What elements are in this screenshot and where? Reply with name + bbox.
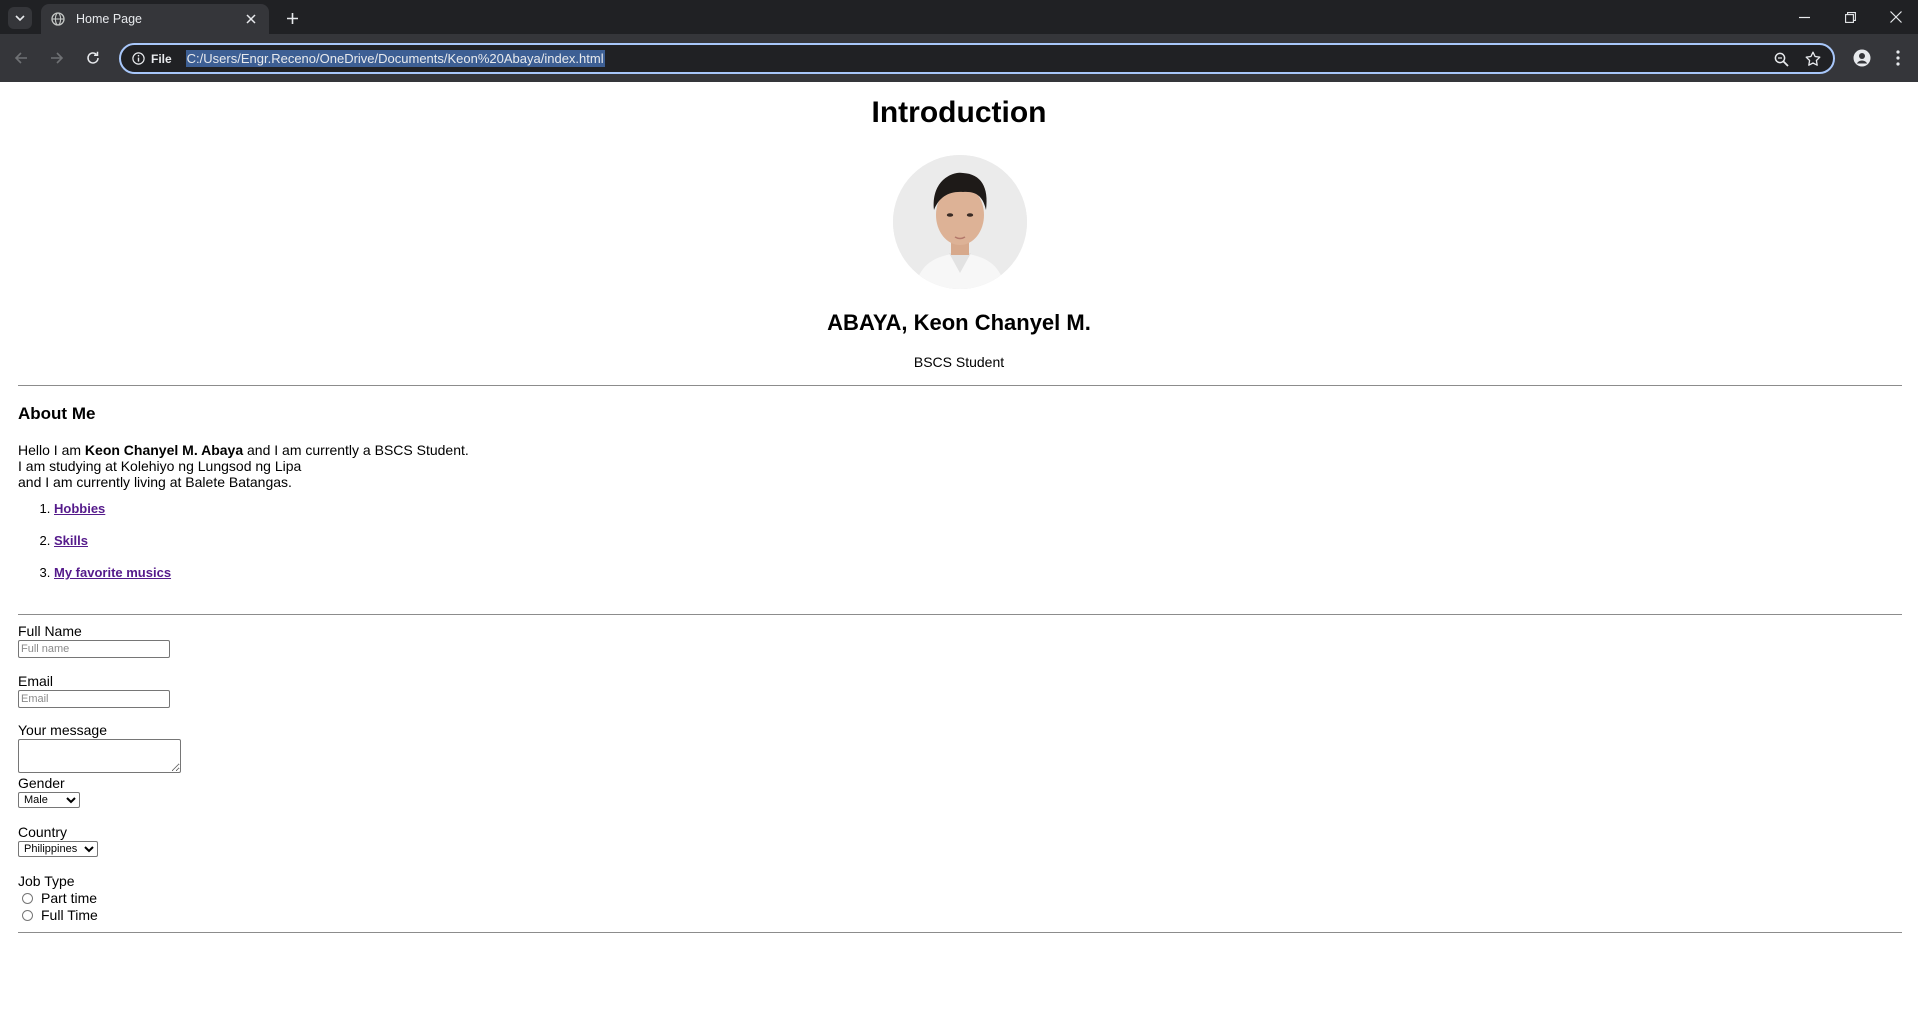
message-label: Your message: [18, 722, 107, 738]
address-bar[interactable]: File C:/Users/Engr.Receno/OneDrive/Docum…: [119, 43, 1835, 74]
list-item: Skills: [54, 533, 171, 565]
close-icon: [1890, 11, 1902, 23]
about-text: and I am currently a BSCS Student.: [243, 442, 469, 458]
profile-icon: [1853, 49, 1871, 67]
email-label: Email: [18, 673, 54, 689]
omnibox-scheme-chip: File: [151, 51, 172, 66]
link-favorite-musics[interactable]: My favorite musics: [54, 565, 171, 580]
gender-label: Gender: [18, 775, 65, 791]
browser-menu-button[interactable]: [1887, 47, 1909, 69]
radio-label: Full Time: [41, 907, 98, 923]
minimize-icon: [1798, 16, 1810, 18]
part-time-radio[interactable]: [22, 892, 33, 904]
list-item: My favorite musics: [54, 565, 171, 597]
forward-button[interactable]: [44, 45, 70, 71]
info-icon[interactable]: [130, 51, 146, 67]
back-button[interactable]: [8, 45, 34, 71]
close-window-button[interactable]: [1874, 0, 1918, 34]
reload-button[interactable]: [80, 45, 106, 71]
chevron-down-icon: [15, 15, 25, 22]
about-text: I am studying at Kolehiyo ng Lungsod ng …: [18, 458, 302, 474]
active-tab[interactable]: Home Page: [41, 4, 269, 34]
restore-button[interactable]: [1828, 0, 1872, 34]
person-role: BSCS Student: [913, 354, 1005, 370]
person-name: ABAYA, Keon Chanyel M.: [827, 310, 1091, 335]
full-time-radio[interactable]: [22, 909, 33, 921]
portrait-image: [893, 155, 1027, 289]
tab-title: Home Page: [76, 12, 143, 26]
job-type-option: Part time: [20, 890, 97, 906]
about-text: Hello I am: [18, 442, 85, 458]
link-skills[interactable]: Skills: [54, 533, 88, 548]
globe-icon: [50, 11, 66, 27]
page-title: Introduction: [871, 96, 1047, 129]
gender-select[interactable]: Male: [18, 792, 80, 808]
zoom-icon[interactable]: [1771, 49, 1791, 69]
divider: [18, 385, 1902, 386]
arrow-right-icon: [51, 52, 64, 64]
profile-button[interactable]: [1851, 47, 1873, 69]
more-vertical-icon: [1896, 50, 1900, 66]
list-item: Hobbies: [54, 501, 171, 533]
restore-icon: [1844, 11, 1856, 23]
full-name-label: Full Name: [18, 623, 82, 639]
bookmark-star-icon[interactable]: [1803, 49, 1823, 69]
minimize-button[interactable]: [1782, 0, 1826, 34]
message-textarea[interactable]: [18, 739, 181, 773]
about-name-bold: Keon Chanyel M. Abaya: [84, 442, 244, 458]
job-type-label: Job Type: [18, 873, 75, 889]
about-text: and I am currently living at Balete Bata…: [18, 474, 292, 490]
link-hobbies[interactable]: Hobbies: [54, 501, 105, 516]
new-tab-button[interactable]: [282, 8, 302, 28]
plus-icon: [286, 12, 298, 24]
tab-close-icon[interactable]: [241, 9, 261, 29]
about-links-list: Hobbies Skills My favorite musics: [18, 501, 171, 597]
divider: [18, 614, 1902, 615]
job-type-option: Full Time: [20, 907, 98, 923]
full-name-input[interactable]: [18, 640, 170, 658]
country-label: Country: [18, 824, 68, 840]
about-heading: About Me: [18, 404, 96, 423]
country-select[interactable]: Philippines: [18, 841, 98, 857]
url-text[interactable]: C:/Users/Engr.Receno/OneDrive/Documents/…: [185, 50, 605, 67]
arrow-left-icon: [14, 52, 27, 64]
tab-search-button[interactable]: [8, 7, 32, 29]
radio-label: Part time: [41, 890, 98, 906]
reload-icon: [87, 51, 99, 64]
profile-photo: [893, 155, 1027, 289]
divider: [18, 932, 1902, 933]
page-viewport: Introduction ABAYA, Keon Chanyel M. BSCS…: [0, 82, 1918, 1024]
about-paragraph: Hello I am Keon Chanyel M. Abaya and I a…: [18, 442, 469, 490]
email-input[interactable]: [18, 690, 170, 708]
tab-strip: Home Page: [0, 0, 1918, 34]
